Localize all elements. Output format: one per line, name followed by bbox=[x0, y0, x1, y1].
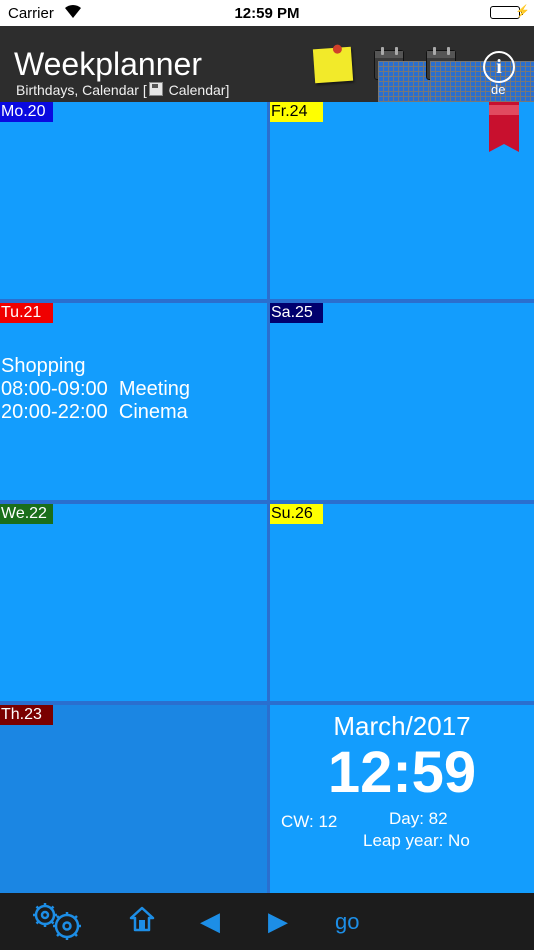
day-label-friday: Fr.24 bbox=[270, 102, 323, 122]
day-of-year: Day: 82 bbox=[389, 809, 448, 828]
status-time: 12:59 PM bbox=[234, 5, 300, 22]
day-label-saturday: Sa.25 bbox=[270, 303, 323, 323]
go-button[interactable]: go bbox=[335, 909, 359, 935]
language-code[interactable]: de bbox=[491, 82, 505, 97]
info-icon[interactable]: i bbox=[483, 51, 515, 83]
calendar-sources[interactable]: Birthdays, Calendar [ Calendar] bbox=[16, 82, 229, 98]
day-cell-monday[interactable]: Mo.20 bbox=[0, 102, 267, 299]
month-calendar-icon[interactable] bbox=[426, 47, 534, 852]
week-grid: Mo.20 Tu.21 Shopping 08:00-09:00 Meeting… bbox=[0, 102, 534, 893]
app-title: Weekplanner bbox=[14, 46, 202, 82]
week-calendar-icon[interactable] bbox=[374, 47, 534, 852]
leap-year: Leap year: No bbox=[363, 831, 470, 850]
app-header: Weekplanner Birthdays, Calendar [ Calend… bbox=[0, 26, 534, 852]
home-icon[interactable] bbox=[128, 905, 156, 933]
calendar-sources-suffix: Calendar] bbox=[164, 82, 230, 98]
previous-week-button[interactable]: ◀ bbox=[200, 906, 220, 937]
status-bar: Carrier 12:59 PM ⚡ bbox=[0, 0, 534, 26]
pin-icon bbox=[332, 44, 343, 54]
event-list: Shopping 08:00-09:00 Meeting 20:00-22:00… bbox=[1, 355, 190, 424]
date-info-panel: March/2017 12:59 CW: 12 Day: 82 Leap yea… bbox=[270, 705, 534, 893]
bookmark-icon[interactable] bbox=[489, 102, 519, 152]
event-item[interactable]: 20:00-22:00 Cinema bbox=[1, 401, 190, 424]
event-item[interactable]: 08:00-09:00 Meeting bbox=[1, 378, 190, 401]
day-label-thursday: Th.23 bbox=[0, 705, 53, 725]
day-label-tuesday: Tu.21 bbox=[0, 303, 53, 323]
day-label-sunday: Su.26 bbox=[270, 504, 323, 524]
day-cell-sunday[interactable]: Su.26 bbox=[270, 504, 534, 701]
month-year: March/2017 bbox=[333, 711, 471, 741]
day-label-monday: Mo.20 bbox=[0, 102, 53, 122]
bottom-toolbar: ◀ ▶ go bbox=[0, 893, 534, 950]
sticky-note-icon[interactable] bbox=[312, 44, 354, 84]
day-cell-thursday[interactable]: Th.23 bbox=[0, 705, 267, 893]
charging-icon: ⚡ bbox=[515, 4, 530, 18]
day-cell-friday[interactable]: Fr.24 bbox=[270, 102, 534, 299]
settings-gears-icon[interactable] bbox=[30, 902, 84, 940]
day-label-wednesday: We.22 bbox=[0, 504, 53, 524]
day-cell-tuesday[interactable]: Tu.21 Shopping 08:00-09:00 Meeting 20:00… bbox=[0, 303, 267, 500]
day-cell-wednesday[interactable]: We.22 bbox=[0, 504, 267, 701]
calendar-week: CW: 12 bbox=[281, 812, 338, 831]
calendar-sources-prefix: Birthdays, Calendar [ bbox=[16, 82, 147, 98]
event-item[interactable]: Shopping bbox=[1, 355, 190, 378]
day-cell-saturday[interactable]: Sa.25 bbox=[270, 303, 534, 500]
floppy-disk-icon bbox=[148, 82, 163, 96]
next-week-button[interactable]: ▶ bbox=[268, 906, 288, 937]
current-time: 12:59 bbox=[327, 740, 477, 805]
